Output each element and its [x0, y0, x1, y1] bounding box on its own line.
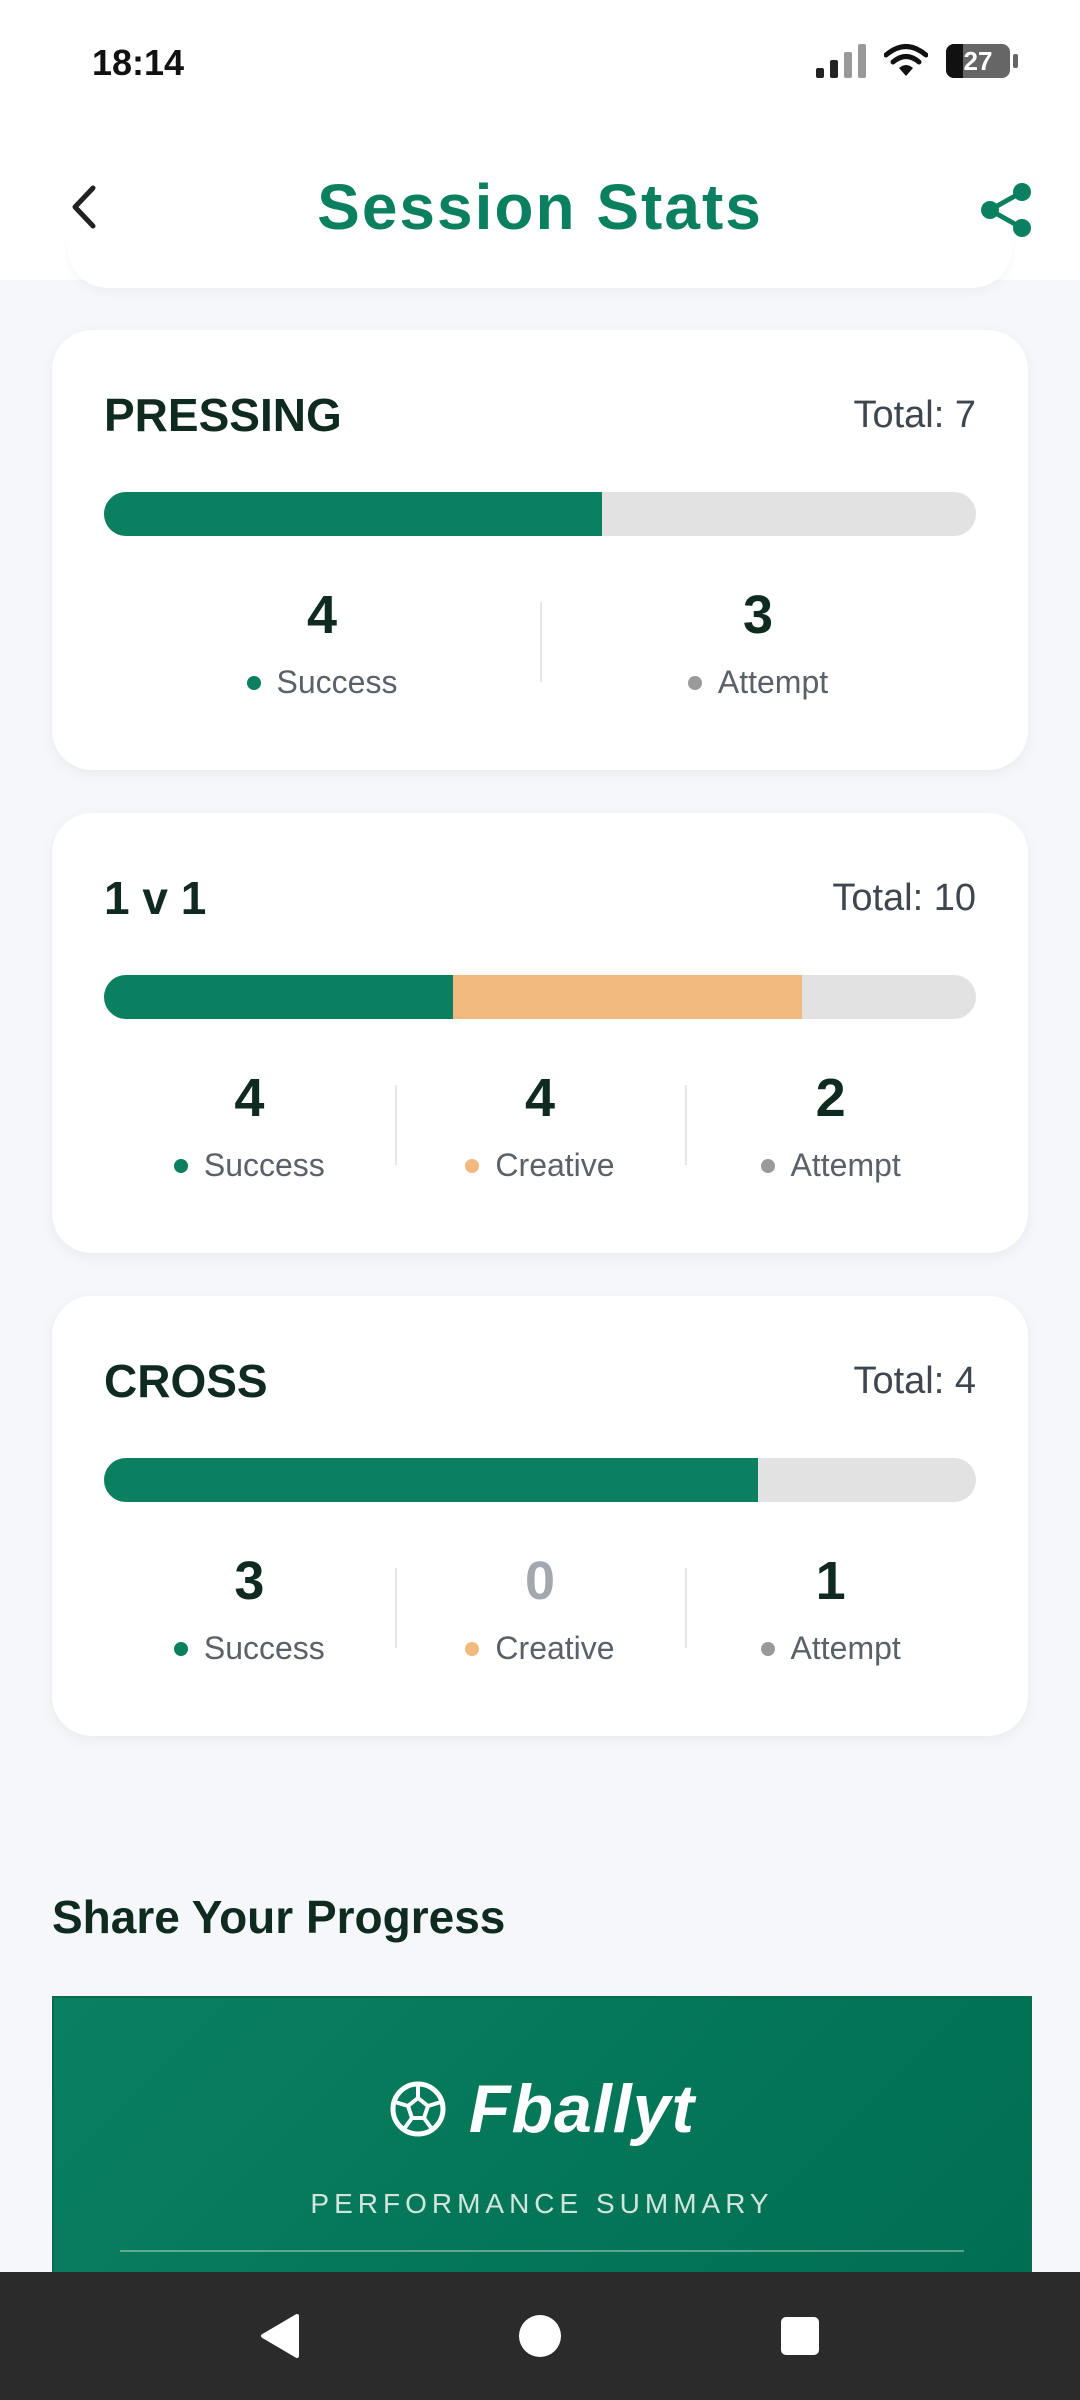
progress-bar	[104, 975, 976, 1019]
card-total: Total: 7	[853, 394, 976, 436]
nav-home-icon	[519, 2315, 561, 2357]
divider	[120, 2250, 964, 2252]
stat-value: 0	[524, 1551, 556, 1611]
stat-attempt: 1 Attempt	[685, 1546, 976, 1686]
attempt-dot-icon	[687, 675, 702, 690]
stat-value: 2	[815, 1068, 846, 1128]
success-dot-icon	[173, 1641, 188, 1656]
stat-label: Success	[203, 1630, 325, 1666]
share-button[interactable]	[968, 172, 1044, 248]
share-section-title: Share Your Progress	[52, 1891, 506, 1943]
bar-creative-segment	[452, 975, 802, 1019]
stat-attempt: 3 Attempt	[540, 580, 976, 720]
share-icon	[981, 183, 1031, 237]
nav-recents-button[interactable]	[760, 2296, 840, 2376]
status-bar: 18:14 27	[0, 0, 1080, 130]
progress-bar	[104, 492, 976, 536]
stats-row: 4 Success 3 Attempt	[104, 580, 976, 720]
stat-creative: 4 Creative	[394, 1063, 686, 1203]
attempt-dot-icon	[760, 1158, 775, 1173]
wifi-icon	[884, 44, 928, 76]
stat-attempt: 2 Attempt	[685, 1063, 976, 1203]
stat-value: 3	[742, 585, 774, 645]
bar-success-segment	[104, 492, 603, 536]
nav-recents-icon	[781, 2317, 819, 2355]
success-dot-icon	[173, 1158, 188, 1173]
stats-row: 3 Success 0 Creative 1 Attempt	[104, 1546, 976, 1686]
stat-label: Success	[203, 1147, 325, 1183]
card-title: 1 v 1	[104, 872, 207, 924]
status-time: 18:14	[92, 42, 185, 83]
bar-success-segment	[104, 1458, 758, 1502]
previous-card-edge	[68, 240, 1012, 288]
signal-icon	[816, 44, 866, 78]
nav-back-icon	[261, 2314, 299, 2358]
card-total: Total: 4	[853, 1360, 976, 1402]
stat-label: Attempt	[717, 664, 829, 700]
system-nav-bar	[0, 2272, 1080, 2400]
stat-label: Success	[276, 664, 398, 700]
summary-subtitle: PERFORMANCE SUMMARY	[310, 2188, 774, 2219]
status-icons: 27	[816, 44, 1018, 78]
stat-creative: 0 Creative	[394, 1546, 686, 1686]
brand-logo: Fballyt	[54, 2070, 1030, 2148]
performance-summary-card[interactable]: Fballyt PERFORMANCE SUMMARY	[52, 1996, 1032, 2280]
card-title: PRESSING	[104, 389, 342, 441]
attempt-dot-icon	[760, 1641, 775, 1656]
creative-dot-icon	[465, 1641, 480, 1656]
stats-row: 4 Success 4 Creative 2 Attempt	[104, 1063, 976, 1203]
stat-label: Attempt	[790, 1630, 901, 1666]
card-title: CROSS	[104, 1355, 268, 1407]
stat-value: 4	[524, 1068, 556, 1128]
progress-bar	[104, 1458, 976, 1502]
stat-success: 4 Success	[104, 580, 540, 720]
brand-name: Fballyt	[468, 2071, 696, 2147]
page-title: Session Stats	[317, 171, 763, 243]
battery-level: 27	[963, 45, 993, 76]
stat-label: Creative	[495, 1147, 615, 1183]
card-total: Total: 10	[832, 877, 976, 919]
bar-success-segment	[104, 975, 453, 1019]
stat-value: 3	[234, 1551, 265, 1611]
stat-card-pressing: PRESSING Total: 7 4 Success 3 Attempt	[52, 330, 1028, 770]
soccer-ball-icon	[390, 2081, 446, 2137]
stat-label: Creative	[495, 1630, 615, 1666]
stat-success: 3 Success	[104, 1546, 395, 1686]
nav-back-button[interactable]	[240, 2296, 320, 2376]
stat-label: Attempt	[790, 1147, 901, 1183]
stat-card-1v1: 1 v 1 Total: 10 4 Success 4 Creative 2 A…	[52, 813, 1028, 1253]
stat-value: 4	[234, 1068, 265, 1128]
creative-dot-icon	[465, 1158, 480, 1173]
stat-value: 4	[306, 585, 338, 645]
battery-icon: 27	[946, 44, 1018, 78]
stat-success: 4 Success	[104, 1063, 395, 1203]
success-dot-icon	[246, 675, 261, 690]
stat-card-cross: CROSS Total: 4 3 Success 0 Creative 1 At…	[52, 1296, 1028, 1736]
stat-value: 1	[815, 1551, 846, 1611]
nav-home-button[interactable]	[500, 2296, 580, 2376]
